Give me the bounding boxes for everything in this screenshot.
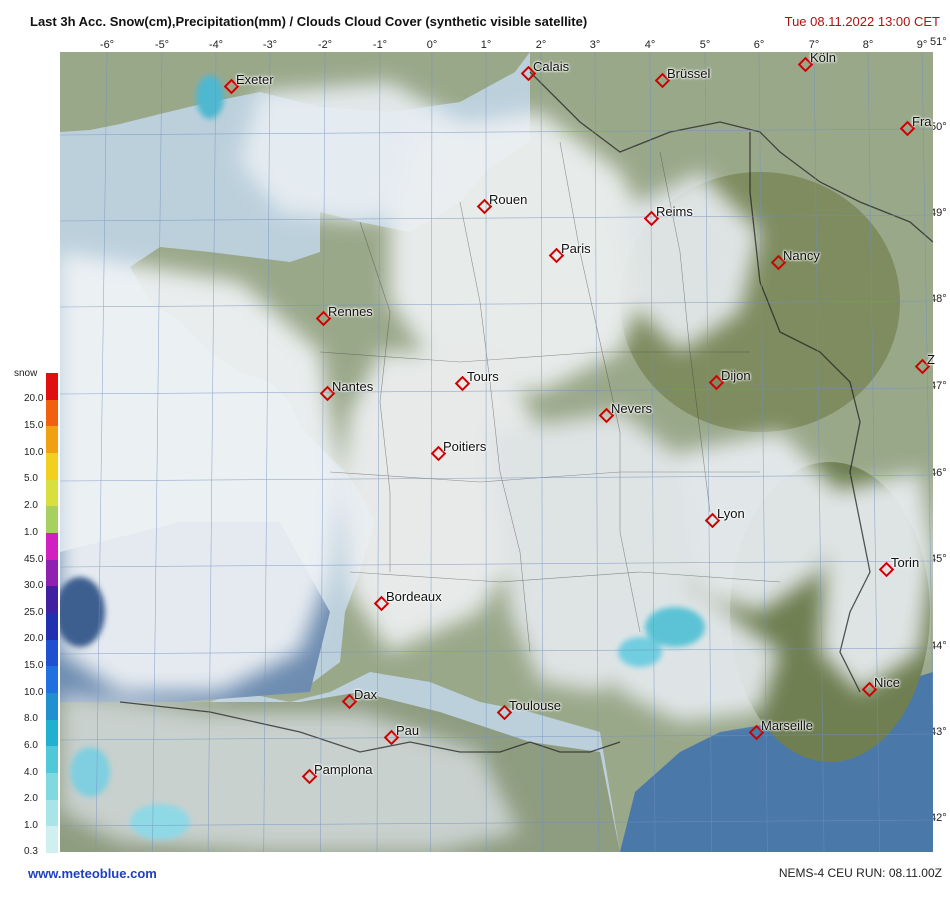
legend-label: 10.0 [24, 687, 44, 698]
legend-label: 45.0 [24, 554, 44, 565]
city-label: Nancy [783, 248, 820, 263]
longitude-label: 1° [480, 39, 492, 51]
city-label: Reims [656, 204, 693, 219]
longitude-label: 6° [753, 39, 765, 51]
map-timestamp: Tue 08.11.2022 13:00 CET [784, 14, 940, 29]
legend-swatch [46, 612, 58, 640]
city-label: Marseille [761, 718, 814, 733]
city-label: Paris [561, 241, 591, 256]
legend-swatch [46, 559, 58, 587]
legend-label: 5.0 [24, 473, 38, 484]
legend-swatch [46, 799, 58, 827]
longitude-label: -6° [99, 39, 115, 51]
legend-label: 2.0 [24, 500, 38, 511]
city-label: Dijon [721, 368, 751, 383]
legend-swatch [46, 426, 58, 453]
legend-label: 6.0 [24, 740, 38, 751]
legend-label: 20.0 [24, 633, 44, 644]
legend-label: 10.0 [24, 447, 44, 458]
legend-swatch [46, 399, 58, 427]
city-label: Pamplona [314, 762, 373, 777]
longitude-label: 3° [589, 39, 601, 51]
city-label: Nantes [332, 379, 374, 394]
city-label: Pau [396, 723, 420, 738]
city-label: Calais [533, 59, 570, 74]
legend-swatch [46, 586, 58, 613]
legend-title: snow [14, 368, 38, 379]
city-label: Torin [891, 555, 920, 570]
legend-swatch [46, 666, 58, 693]
legend-label: 8.0 [24, 713, 38, 724]
longitude-label: -4° [208, 39, 224, 51]
city-label: Tours [467, 369, 499, 384]
legend-label: 2.0 [24, 793, 38, 804]
city-label: Z [927, 352, 935, 367]
legend-swatch [46, 452, 58, 480]
legend-swatch [46, 692, 58, 720]
longitude-label: -5° [154, 39, 170, 51]
city-label: Bordeaux [386, 589, 442, 604]
longitude-label: 5° [699, 39, 711, 51]
longitude-label: 4° [644, 39, 656, 51]
meteoblue-link[interactable]: www.meteoblue.com [28, 866, 157, 881]
city-label: Lyon [717, 506, 745, 521]
city-label: Nice [874, 675, 901, 690]
legend-label: 0.3 [24, 846, 38, 857]
legend-swatch [46, 479, 58, 507]
legend-swatch [46, 639, 58, 667]
map-title: Last 3h Acc. Snow(cm),Precipitation(mm) … [30, 14, 588, 29]
city-label: Toulouse [509, 698, 562, 713]
legend-label: 30.0 [24, 580, 44, 591]
city-label: Rouen [489, 192, 528, 207]
legend-swatch [46, 746, 58, 773]
legend-swatch [46, 373, 58, 400]
longitude-label: -2° [317, 39, 333, 51]
legend-label: 1.0 [24, 820, 38, 831]
latitude-label: 51° [930, 36, 947, 48]
city-label: Fra [912, 114, 932, 129]
legend-label: 25.0 [24, 607, 44, 618]
longitude-label: 2° [535, 39, 547, 51]
city-label: Nevers [611, 401, 653, 416]
longitude-label: 9° [916, 39, 928, 51]
legend-label: 20.0 [24, 393, 44, 404]
legend-swatch [46, 719, 58, 747]
longitude-label: -3° [262, 39, 278, 51]
legend-swatch [46, 826, 58, 853]
longitude-label: 8° [862, 39, 874, 51]
legend-swatch [46, 772, 58, 800]
city-label: Rennes [328, 304, 373, 319]
city-label: Köln [810, 50, 837, 65]
legend-label: 1.0 [24, 527, 38, 538]
legend-label: 15.0 [24, 420, 44, 431]
legend-label: 15.0 [24, 660, 44, 671]
legend-swatch [46, 532, 58, 560]
longitude-label: -1° [372, 39, 388, 51]
legend-color-bar [46, 373, 58, 853]
longitude-label: 0° [426, 39, 438, 51]
model-run-info: NEMS-4 CEU RUN: 08.11.00Z [778, 866, 942, 880]
city-label: Exeter [236, 72, 274, 87]
legend-label: 4.0 [24, 767, 38, 778]
legend-swatch [46, 506, 58, 533]
city-label: Dax [354, 687, 378, 702]
city-label: Brüssel [667, 66, 711, 81]
city-label: Poitiers [443, 439, 487, 454]
